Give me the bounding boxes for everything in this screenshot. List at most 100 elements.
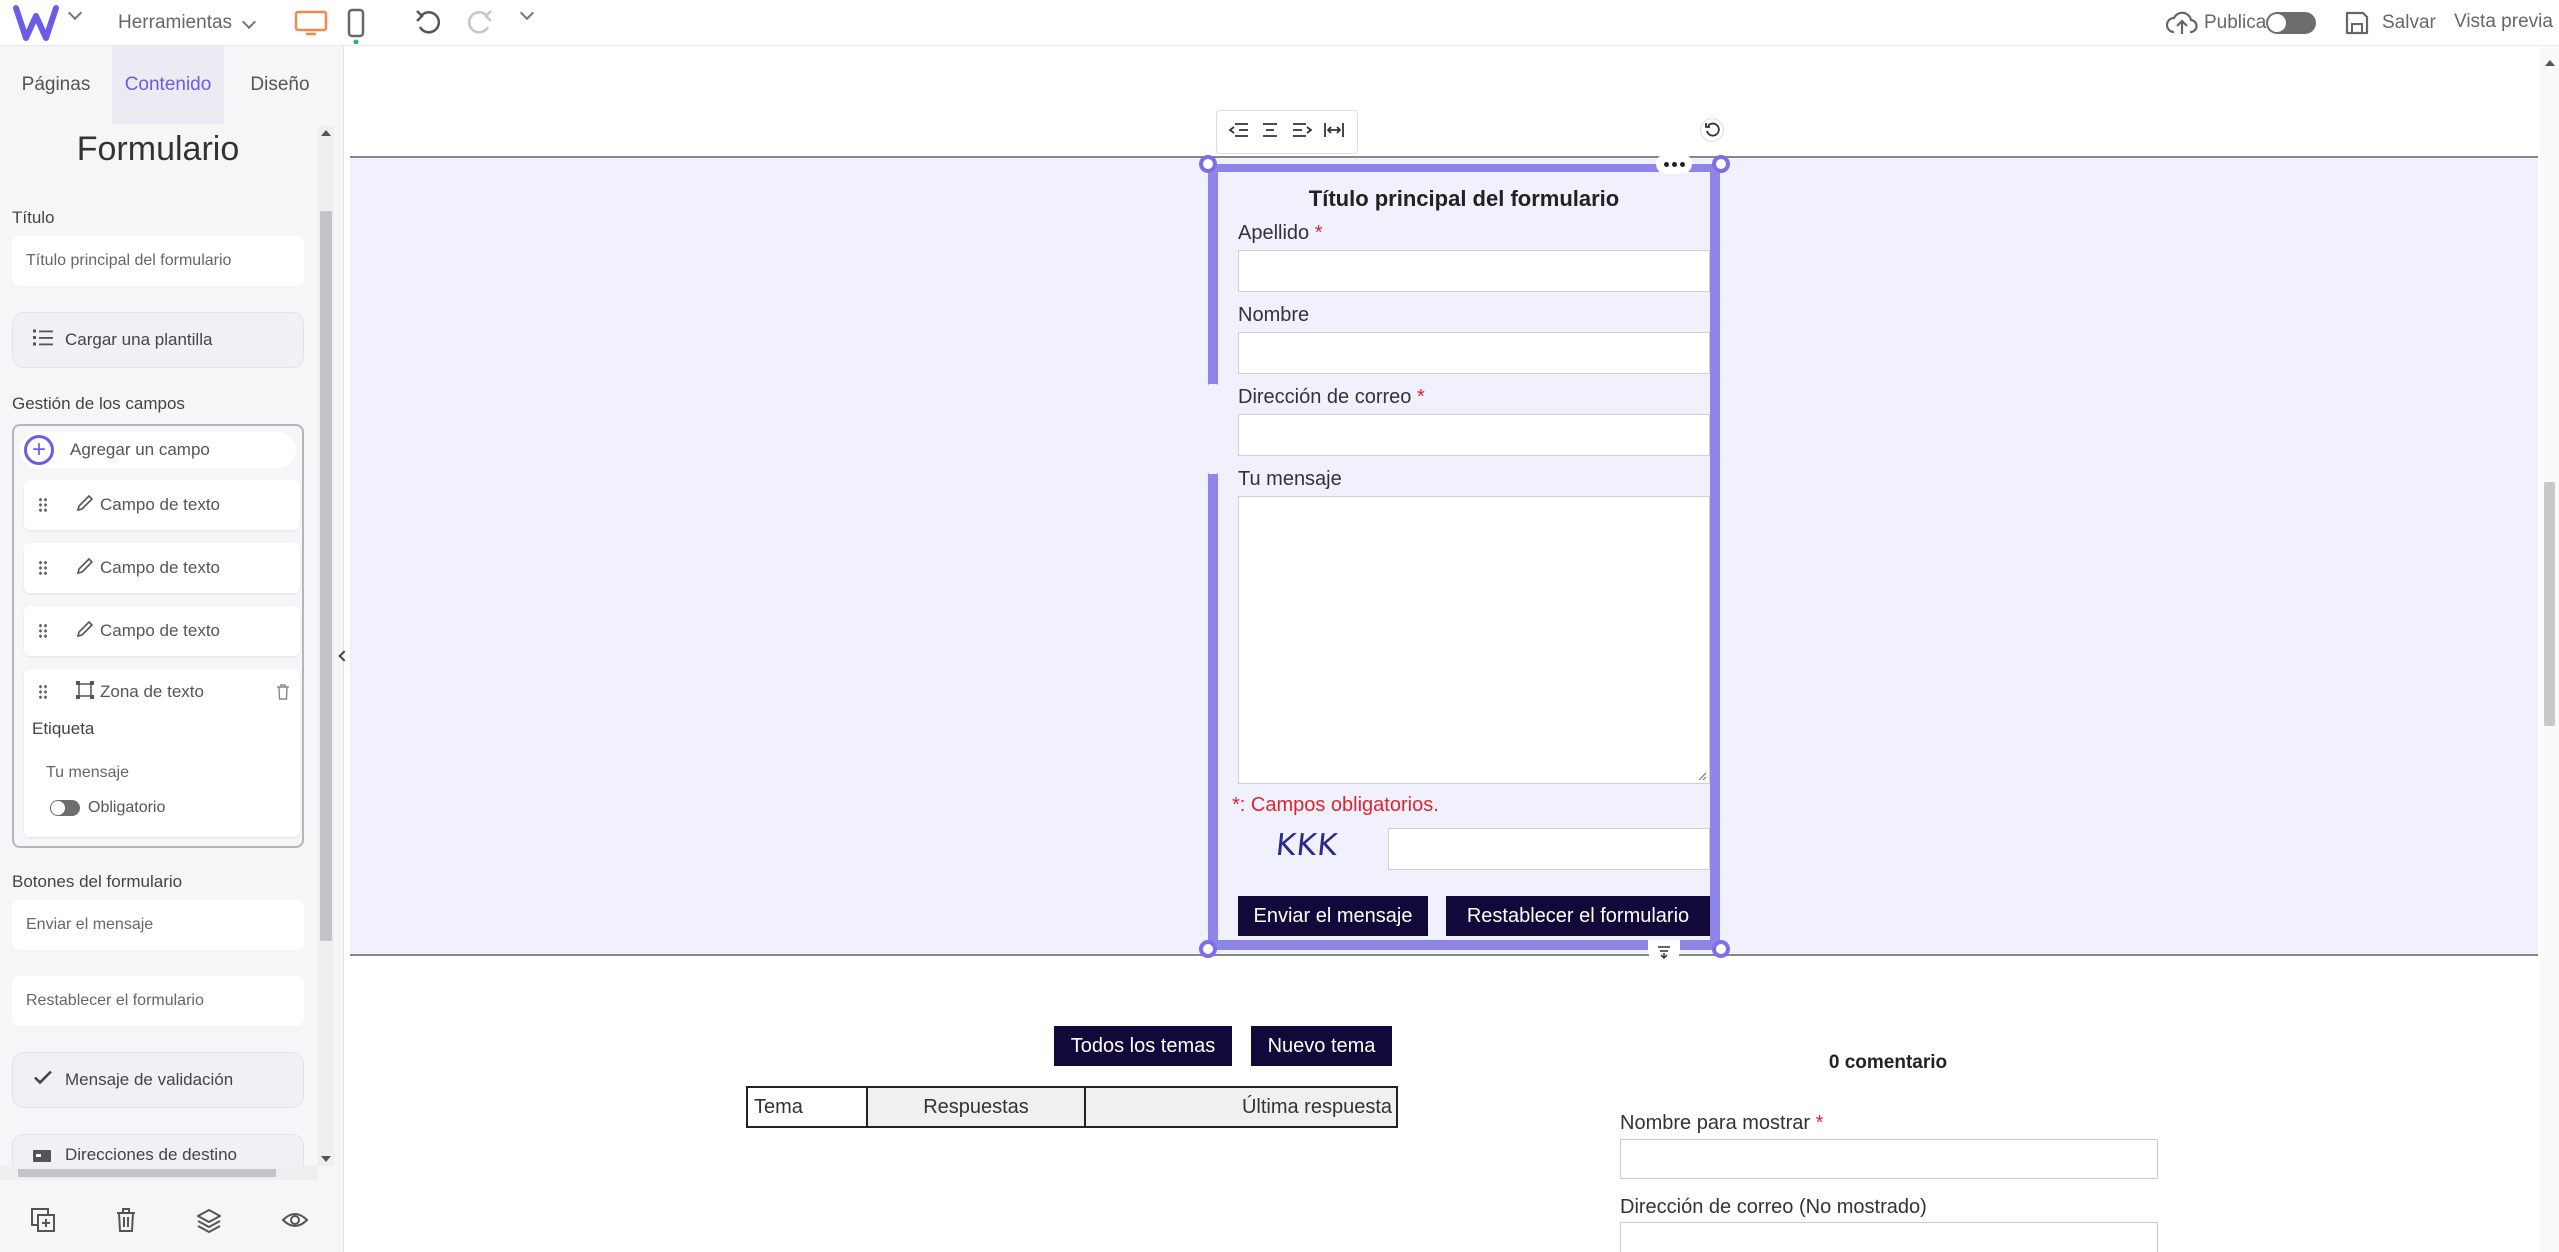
field-label-text: Tu mensaje [1238, 468, 1342, 490]
field-item[interactable]: Campo de texto [24, 480, 300, 530]
required-marker: * [1815, 1112, 1824, 1134]
reset-button-text-input[interactable]: Restablecer el formulario [12, 976, 304, 1026]
field-type-label: Campo de texto [100, 558, 221, 577]
history-dropdown-chevron-icon[interactable] [519, 5, 535, 21]
form-title: Título principal del formulario [1308, 186, 1620, 211]
table-header-replies: Respuestas [868, 1088, 1086, 1126]
textarea-icon [76, 680, 94, 704]
required-fields-note: *: Campos obligatorios. [1232, 794, 1439, 816]
resize-handle-bottom-right[interactable] [1712, 940, 1730, 958]
message-textarea[interactable] [1238, 496, 1710, 784]
trash-icon[interactable] [276, 683, 290, 705]
destinations-label: Direcciones de destino [65, 1145, 237, 1164]
field-item[interactable]: Campo de texto [24, 543, 300, 593]
top-toolbar: Herramientas Publicar Salvar Vista previ… [0, 0, 2559, 46]
pencil-icon [76, 494, 94, 517]
tools-menu[interactable]: Herramientas [118, 10, 257, 36]
mobile-icon [347, 8, 365, 44]
drag-handle-icon[interactable] [38, 684, 48, 700]
first-name-input[interactable] [1238, 332, 1710, 374]
canvas-scroll-up-icon[interactable] [2545, 60, 2555, 66]
destinations-button[interactable]: Direcciones de destino [12, 1134, 304, 1166]
sidebar-bottom-actions [0, 1192, 338, 1252]
desktop-icon [294, 10, 328, 36]
field-item[interactable]: Campo de texto [24, 606, 300, 656]
plus-circle-icon: + [24, 435, 54, 465]
delete-icon[interactable] [115, 1207, 137, 1238]
validation-message-button[interactable]: Mensaje de validación [12, 1052, 304, 1108]
field-item-header[interactable]: Zona de texto [24, 669, 300, 715]
field-label: Dirección de correo * [1238, 386, 1425, 409]
resize-handle-top-left[interactable] [1199, 155, 1217, 173]
undo-button[interactable] [414, 9, 444, 37]
save-button[interactable]: Salvar [2344, 9, 2436, 37]
section-spacing-icon[interactable] [1648, 940, 1680, 964]
tab-content[interactable]: Contenido [112, 46, 224, 124]
align-left-icon[interactable] [1228, 122, 1249, 143]
resize-handle-bottom-left[interactable] [1199, 940, 1217, 958]
panel-heading: Formulario [76, 130, 240, 168]
field-type-label: Campo de texto [100, 621, 221, 640]
align-center-icon[interactable] [1260, 122, 1280, 143]
load-template-label: Cargar una plantilla [65, 330, 213, 349]
sidebar-horizontal-scrollbar[interactable] [0, 1166, 318, 1180]
drag-handle-icon[interactable] [38, 560, 48, 576]
tab-design[interactable]: Diseño [224, 46, 336, 124]
mobile-view-button[interactable] [346, 8, 366, 44]
redo-button[interactable] [464, 9, 494, 37]
field-label-input[interactable]: Tu mensaje [32, 753, 290, 793]
align-right-icon[interactable] [1292, 122, 1313, 143]
captcha-input[interactable] [1388, 828, 1710, 870]
toggle-switch[interactable] [50, 800, 80, 816]
publish-button[interactable]: Publicar [2166, 8, 2273, 38]
email-input[interactable] [1238, 414, 1710, 456]
tab-pages[interactable]: Páginas [0, 46, 112, 124]
resize-grip-icon[interactable] [1697, 771, 1707, 781]
last-name-input[interactable] [1238, 250, 1710, 292]
field-item-expanded: Zona de texto Etiqueta Tu mensaje Obliga… [24, 669, 300, 837]
redo-icon [467, 10, 492, 34]
scroll-up-arrow-icon[interactable] [321, 130, 331, 136]
horizontal-scrollbar-thumb[interactable] [18, 1169, 276, 1177]
forum-topics-table: Tema Respuestas Última respuesta [746, 1086, 1398, 1128]
all-topics-button[interactable]: Todos los temas [1054, 1026, 1232, 1066]
send-button-text-input[interactable]: Enviar el mensaje [12, 900, 304, 950]
contact-form-widget[interactable]: Título principal del formulario Apellido… [1208, 164, 1720, 950]
reset-form-button[interactable]: Restablecer el formulario [1446, 896, 1710, 936]
validation-message-label: Mensaje de validación [65, 1070, 234, 1089]
display-name-input[interactable] [1620, 1139, 2158, 1179]
sidebar: Páginas Contenido Diseño Formulario Títu… [0, 46, 344, 1252]
load-template-button[interactable]: Cargar una plantilla [12, 312, 304, 368]
reset-rotation-icon[interactable] [1700, 118, 1724, 142]
collapse-sidebar-icon[interactable] [338, 648, 350, 664]
title-input[interactable]: Título principal del formulario [12, 236, 304, 286]
new-topic-button[interactable]: Nuevo tema [1251, 1026, 1392, 1066]
canvas-scrollbar-thumb[interactable] [2544, 482, 2555, 726]
scroll-down-arrow-icon[interactable] [321, 1156, 331, 1162]
eye-icon[interactable] [281, 1210, 309, 1235]
comment-email-input[interactable] [1620, 1222, 2158, 1252]
duplicate-icon[interactable] [30, 1207, 56, 1238]
stretch-width-icon[interactable] [1323, 122, 1345, 143]
fields-list: + Agregar un campo Campo de texto Campo … [12, 424, 304, 848]
app-logo[interactable] [12, 4, 60, 42]
layers-icon[interactable] [196, 1207, 222, 1238]
add-field-button[interactable]: + Agregar un campo [20, 432, 296, 468]
logo-dropdown-chevron-icon[interactable] [67, 5, 83, 21]
side-resize-handle[interactable] [1208, 384, 1218, 474]
preview-button[interactable]: Vista previa [2454, 11, 2553, 33]
required-marker: * [1416, 386, 1425, 408]
drag-handle-icon[interactable] [38, 497, 48, 513]
resize-handle-top-right[interactable] [1712, 155, 1730, 173]
send-message-button[interactable]: Enviar el mensaje [1238, 896, 1428, 936]
more-options-icon[interactable] [1656, 154, 1692, 174]
desktop-view-button[interactable] [294, 10, 328, 36]
drag-handle-icon[interactable] [38, 623, 48, 639]
add-field-label: Agregar un campo [70, 440, 210, 459]
required-toggle[interactable]: Obligatorio [50, 799, 165, 817]
chevron-down-icon [241, 14, 257, 32]
address-card-icon [33, 1147, 51, 1166]
field-label-text: Nombre [1238, 304, 1310, 326]
sidebar-scrollbar-thumb[interactable] [320, 211, 332, 941]
publish-toggle[interactable] [2266, 12, 2316, 34]
